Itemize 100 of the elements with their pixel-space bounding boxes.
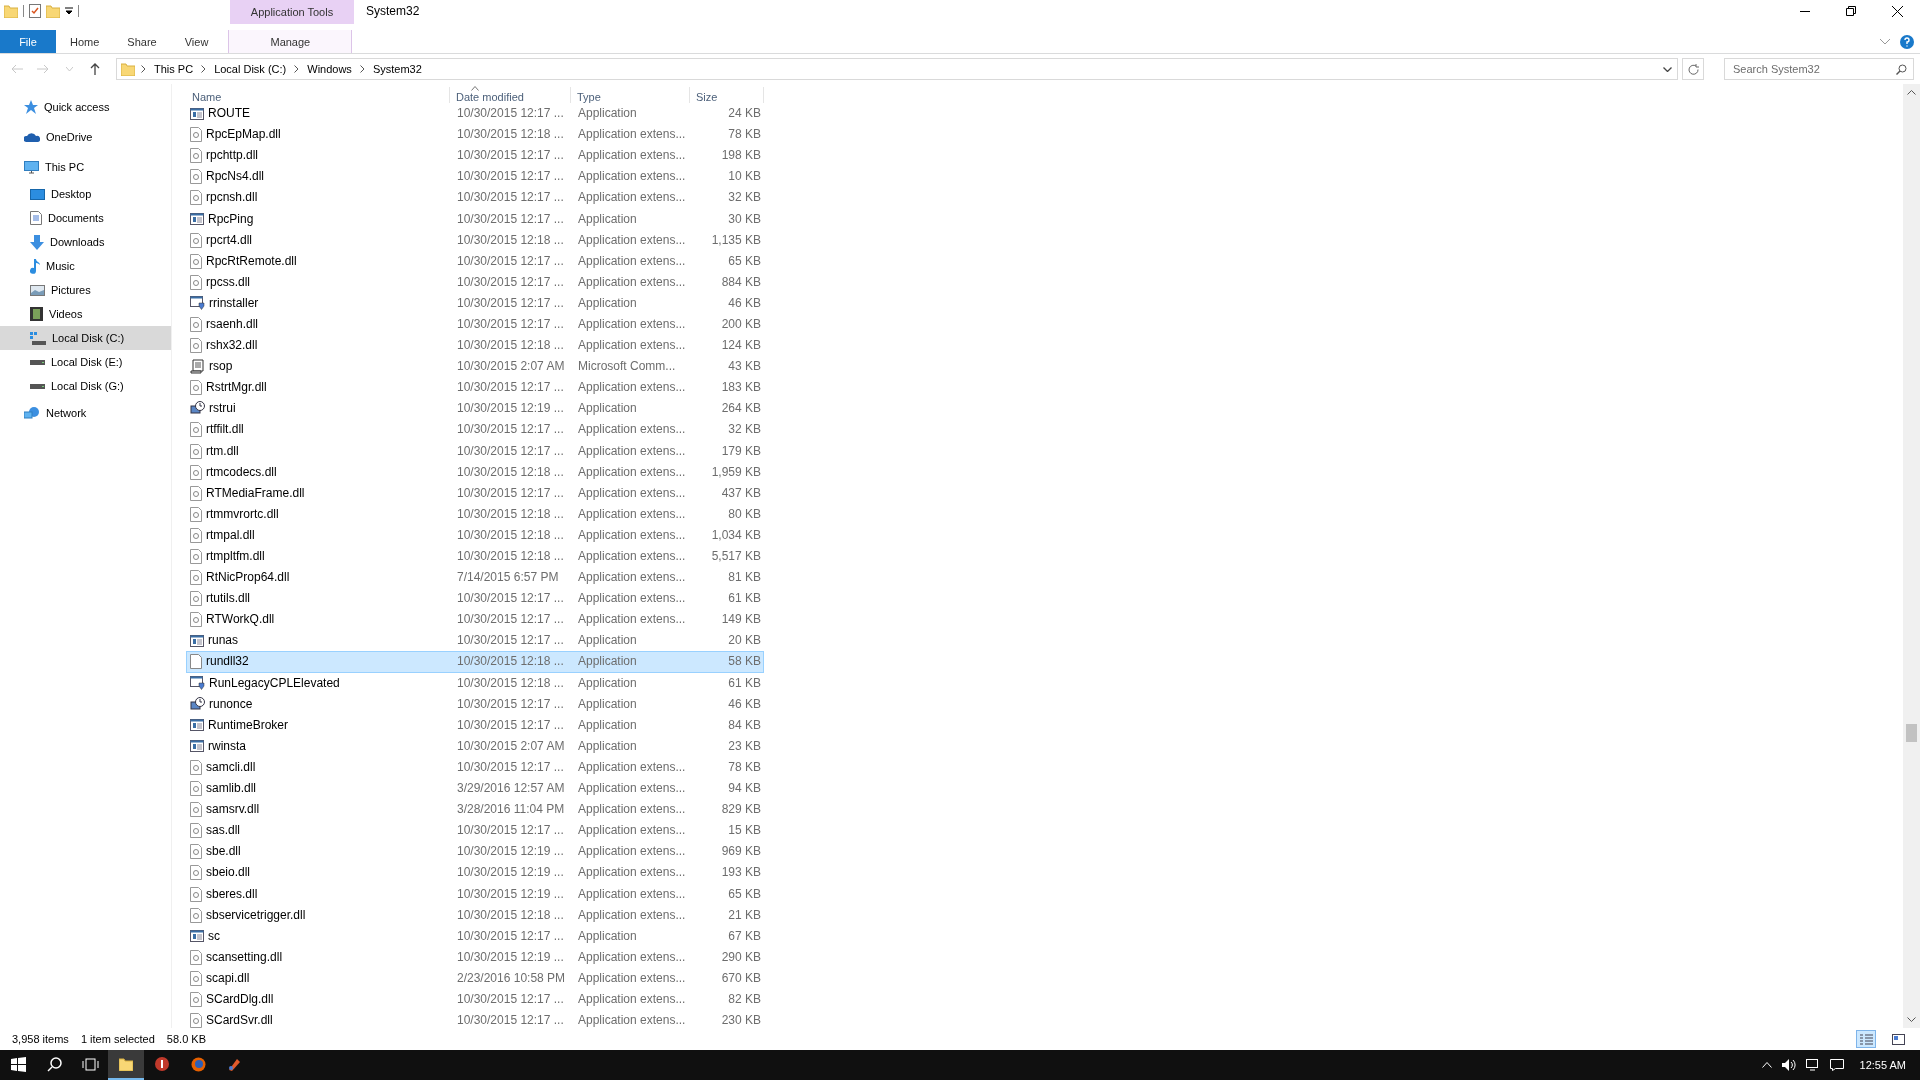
file-row[interactable]: sberes.dll 10/30/2015 12:19 ... Application extens... 65 KB (186, 883, 764, 905)
help-icon[interactable] (1900, 34, 1914, 49)
sidebar-item[interactable]: Desktop (0, 182, 171, 206)
file-row[interactable]: rtmcodecs.dll 10/30/2015 12:18 ... Application extens... 1,959 KB (186, 461, 764, 483)
file-row[interactable]: runas 10/30/2015 12:17 ... Application 20 KB (186, 630, 764, 652)
file-type: Application extens... (578, 759, 686, 775)
sidebar-item[interactable]: Local Disk (G:) (0, 374, 171, 398)
scroll-thumb[interactable] (1906, 724, 1917, 742)
search-field[interactable]: Search System32 (1724, 58, 1914, 80)
sidebar-item[interactable]: Documents (0, 206, 171, 230)
file-row[interactable]: RpcNs4.dll 10/30/2015 12:17 ... Application extens... 10 KB (186, 166, 764, 188)
file-size: 670 KB (721, 970, 761, 986)
file-row[interactable]: RunLegacyCPLElevated 10/30/2015 12:18 ... Application 61 KB (186, 672, 764, 694)
search-input[interactable]: Search System32 (1731, 62, 1896, 76)
file-row[interactable]: ROUTE 10/30/2015 12:17 ... Application 24 KB (186, 103, 764, 125)
file-row[interactable]: rtmpal.dll 10/30/2015 12:18 ... Application extens... 1,034 KB (186, 524, 764, 546)
file-row[interactable]: SCardSvr.dll 10/30/2015 12:17 ... Application extens... 230 KB (186, 1010, 764, 1032)
document-gear-icon (190, 464, 202, 480)
document-gear-icon (190, 253, 202, 269)
file-row[interactable]: rshx32.dll 10/30/2015 12:18 ... Application extens... 124 KB (186, 335, 764, 357)
file-row[interactable]: RTMediaFrame.dll 10/30/2015 12:17 ... Application extens... 437 KB (186, 482, 764, 504)
sidebar-item[interactable]: This PC (0, 155, 171, 179)
file-row[interactable]: RpcRtRemote.dll 10/30/2015 12:17 ... Application extens... 65 KB (186, 250, 764, 272)
properties-check-icon[interactable] (29, 4, 41, 18)
tool-app-icon (226, 1056, 242, 1072)
file-name: RpcPing (208, 211, 254, 227)
column-header[interactable]: Size (690, 87, 764, 103)
sidebar-item[interactable]: Local Disk (E:) (0, 350, 171, 374)
sidebar-item[interactable]: Quick access (0, 95, 171, 119)
file-row[interactable]: rpchttp.dll 10/30/2015 12:17 ... Application extens... 198 KB (186, 145, 764, 167)
file-row[interactable]: rtffilt.dll 10/30/2015 12:17 ... Application extens... 32 KB (186, 419, 764, 441)
sidebar-item[interactable]: Network (0, 401, 171, 425)
clock[interactable]: 12:55 AM (1859, 1059, 1906, 1071)
file-row[interactable]: rwinsta 10/30/2015 2:07 AM Application 23 KB (186, 735, 764, 757)
file-row[interactable]: samsrv.dll 3/28/2016 11:04 PM Application extens... 829 KB (186, 799, 764, 821)
sidebar-item[interactable]: Downloads (0, 230, 171, 254)
column-header[interactable]: Date modified (450, 87, 571, 103)
file-row[interactable]: RuntimeBroker 10/30/2015 12:17 ... Application 84 KB (186, 714, 764, 736)
document-gear-icon (190, 1013, 202, 1029)
file-row[interactable]: rrinstaller 10/30/2015 12:17 ... Application 46 KB (186, 292, 764, 314)
file-size: 84 KB (728, 717, 761, 733)
file-row[interactable]: rpcss.dll 10/30/2015 12:17 ... Application extens... 884 KB (186, 271, 764, 293)
column-header[interactable]: Type (571, 87, 690, 103)
file-row[interactable]: scapi.dll 2/23/2016 10:58 PM Application extens... 670 KB (186, 967, 764, 989)
date-modified: 10/30/2015 12:19 ... (457, 844, 564, 860)
file-row[interactable]: sbe.dll 10/30/2015 12:19 ... Application extens... 969 KB (186, 841, 764, 863)
address-bar[interactable]: This PC Local Disk (C:) Windows System32 (116, 58, 1678, 80)
file-row[interactable]: rtm.dll 10/30/2015 12:17 ... Application extens... 179 KB (186, 440, 764, 462)
sidebar-item[interactable]: Videos (0, 302, 171, 326)
file-row[interactable]: rtmmvrortc.dll 10/30/2015 12:18 ... Application extens... 80 KB (186, 503, 764, 525)
expand-ribbon-icon[interactable] (1880, 38, 1890, 45)
file-row[interactable]: rstrui 10/30/2015 12:19 ... Application 264 KB (186, 398, 764, 420)
speaker-icon[interactable] (1781, 1059, 1796, 1071)
file-row[interactable]: RpcEpMap.dll 10/30/2015 12:18 ... Application extens... 78 KB (186, 124, 764, 146)
breadcrumb[interactable]: This PC (152, 63, 196, 75)
dropdown-caret-icon[interactable] (65, 7, 73, 15)
file-row[interactable]: samcli.dll 10/30/2015 12:17 ... Application extens... 78 KB (186, 756, 764, 778)
taskbar-button[interactable] (108, 1050, 144, 1080)
file-name: ROUTE (208, 106, 250, 122)
sidebar-item[interactable]: Music (0, 254, 171, 278)
file-row[interactable]: sbeio.dll 10/30/2015 12:19 ... Application extens... 193 KB (186, 862, 764, 884)
column-header[interactable]: Name (186, 87, 450, 103)
network-monitor-icon[interactable] (1805, 1059, 1820, 1071)
ribbon-tab[interactable]: File (0, 30, 56, 53)
refresh-button[interactable] (1682, 58, 1704, 80)
file-row[interactable]: SCardDlg.dll 10/30/2015 12:17 ... Application extens... 82 KB (186, 988, 764, 1011)
breadcrumb[interactable]: Windows (305, 63, 354, 75)
file-row[interactable]: rsaenh.dll 10/30/2015 12:17 ... Application extens... 200 KB (186, 313, 764, 336)
sidebar-item[interactable]: OneDrive (0, 125, 171, 149)
file-row[interactable]: rsop 10/30/2015 2:07 AM Microsoft Comm... 43 KB (186, 356, 764, 378)
file-row[interactable]: rpcnsh.dll 10/30/2015 12:17 ... Application extens... 32 KB (186, 187, 764, 209)
file-row[interactable]: RstrtMgr.dll 10/30/2015 12:17 ... Application extens... 183 KB (186, 377, 764, 399)
ribbon-tab[interactable]: Manage (228, 30, 353, 53)
file-row[interactable]: sc 10/30/2015 12:17 ... Application 67 KB (186, 925, 764, 947)
file-row[interactable]: sbservicetrigger.dll 10/30/2015 12:18 ... Application extens... 21 KB (186, 904, 764, 926)
notification-icon[interactable] (1829, 1059, 1844, 1071)
sidebar-item[interactable]: Pictures (0, 278, 171, 302)
scrollbar[interactable] (1903, 84, 1920, 1028)
date-modified: 10/30/2015 12:17 ... (457, 992, 564, 1007)
file-name: rshx32.dll (206, 338, 258, 354)
breadcrumb[interactable]: System32 (370, 63, 424, 75)
file-name: RpcEpMap.dll (206, 127, 281, 143)
chevron-up-icon[interactable] (1761, 1062, 1772, 1068)
file-row[interactable]: sas.dll 10/30/2015 12:17 ... Application extens... 15 KB (186, 820, 764, 842)
file-row[interactable]: RTWorkQ.dll 10/30/2015 12:17 ... Application extens... 149 KB (186, 609, 764, 631)
file-row[interactable]: runonce 10/30/2015 12:17 ... Application 46 KB (186, 693, 764, 715)
file-row[interactable]: rtmpltfm.dll 10/30/2015 12:18 ... Application extens... 5,517 KB (186, 545, 764, 568)
refresh-icon (1687, 63, 1699, 75)
file-row[interactable]: RtNicProp64.dll 7/14/2015 6:57 PM Application extens... 81 KB (186, 567, 764, 589)
file-type: Application extens... (578, 823, 686, 839)
file-row[interactable]: samlib.dll 3/29/2016 12:57 AM Application extens... 94 KB (186, 778, 764, 800)
sidebar-item[interactable]: Local Disk (C:) (0, 326, 171, 350)
date-modified: 10/30/2015 12:17 ... (457, 169, 564, 185)
breadcrumb[interactable]: Local Disk (C:) (212, 63, 289, 75)
file-row[interactable]: scansetting.dll 10/30/2015 12:19 ... Application extens... 290 KB (186, 946, 764, 968)
file-name: RunLegacyCPLElevated (209, 675, 340, 691)
file-row[interactable]: rpcrt4.dll 10/30/2015 12:18 ... Application extens... 1,135 KB (186, 229, 764, 251)
file-row[interactable]: rtutils.dll 10/30/2015 12:17 ... Application extens... 61 KB (186, 588, 764, 610)
file-row[interactable]: rundll32 10/30/2015 12:18 ... Application 58 KB (186, 651, 764, 673)
file-row[interactable]: RpcPing 10/30/2015 12:17 ... Application 30 KB (186, 208, 764, 230)
